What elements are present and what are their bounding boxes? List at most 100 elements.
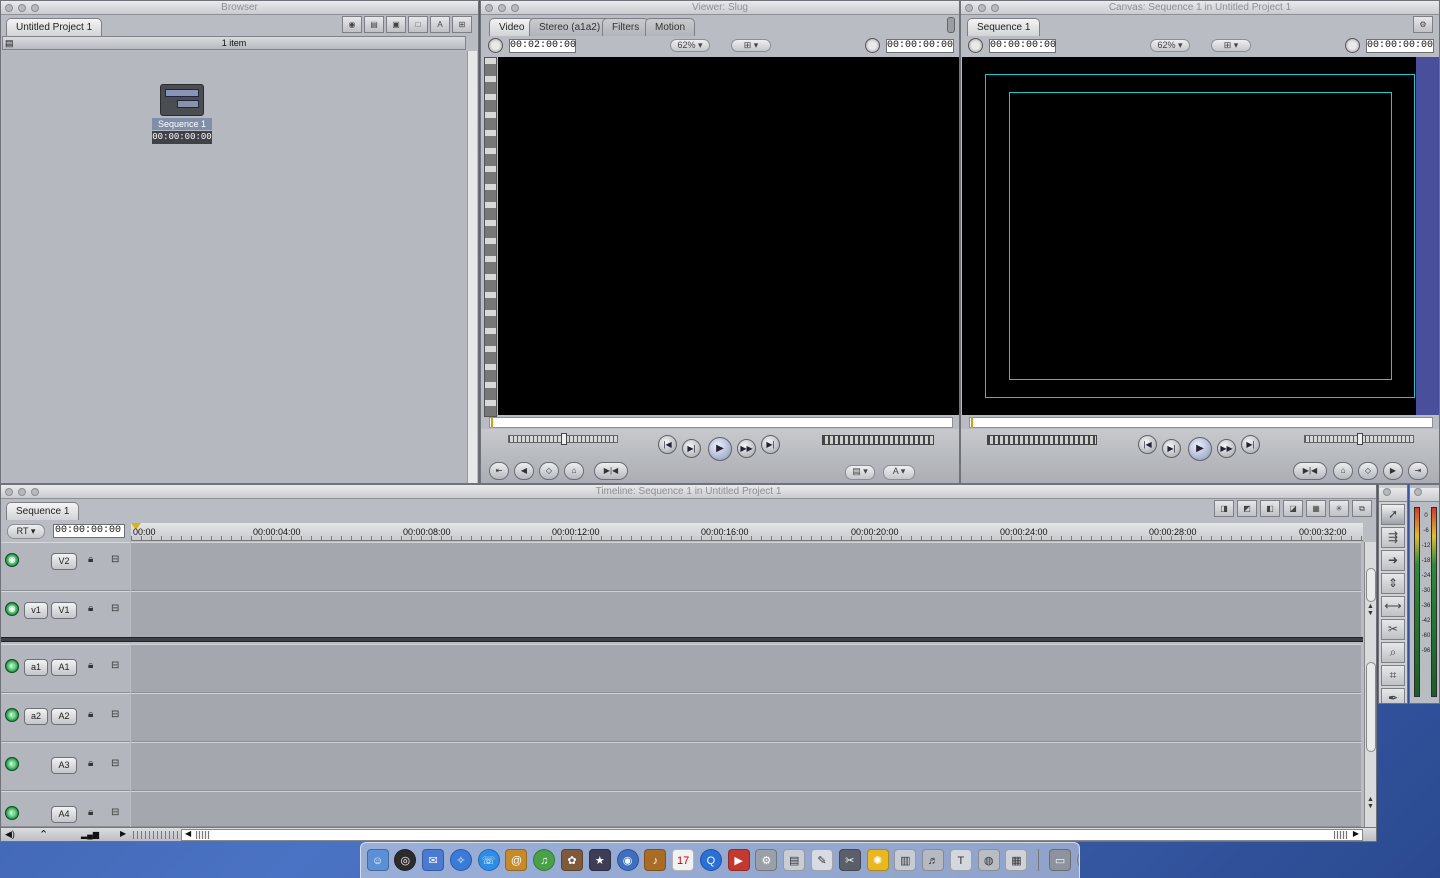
play-in-out-button[interactable]: ▶| <box>1162 439 1181 458</box>
mark-clip-button[interactable]: ◀ <box>514 462 534 480</box>
preview-icon[interactable]: ▤ <box>783 849 806 871</box>
garageband-icon[interactable]: ♪ <box>644 849 667 871</box>
selection-tool-icon[interactable]: ➚ <box>1381 504 1405 525</box>
quicktime-icon[interactable]: Q <box>699 849 722 871</box>
zoom-button[interactable] <box>991 4 999 12</box>
dest-patch-a3[interactable]: A3 <box>51 757 77 774</box>
audio-meters-titlebar[interactable] <box>1410 488 1439 502</box>
source-patch-v1[interactable]: v1 <box>24 602 48 619</box>
finder-icon[interactable]: ☺ <box>366 849 389 871</box>
autoselect-icon[interactable]: ⊟ <box>111 660 119 671</box>
tab-untitled-project[interactable]: Untitled Project 1 <box>6 18 103 36</box>
canvas-view-popup[interactable]: ⊞ ▾ <box>1211 39 1251 52</box>
timeline-timecode[interactable]: 00:00:00:00 <box>53 524 125 538</box>
lock-icon[interactable]: 🔒︎ <box>88 758 93 769</box>
track-a1[interactable] <box>131 644 1361 693</box>
final-cut-pro-icon[interactable]: ✂ <box>838 849 861 871</box>
track-a2[interactable] <box>131 693 1361 742</box>
snapping-icon[interactable]: ✳ <box>1329 500 1349 517</box>
mark-in-out-button[interactable]: ▶|◀ <box>1293 462 1327 480</box>
minimize-button[interactable] <box>18 488 26 496</box>
dest-patch-v2[interactable]: V2 <box>51 553 77 570</box>
canvas-scrubber-bar[interactable] <box>969 417 1433 428</box>
timeline-titlebar[interactable]: Timeline: Sequence 1 in Untitled Project… <box>1 485 1376 499</box>
source-patch-a1[interactable]: a1 <box>24 659 48 676</box>
viewer-scrubber-bar[interactable] <box>489 417 953 428</box>
soundtrack-icon[interactable]: ♬ <box>922 849 945 871</box>
razor-tool-icon[interactable]: ✂ <box>1381 619 1405 640</box>
livetype-icon[interactable]: T <box>949 849 972 871</box>
timeline-ruler[interactable]: 00:00 00:00:04:00 00:00:08:00 00:00:12:0… <box>131 523 1363 541</box>
tool-palette-titlebar[interactable] <box>1379 488 1407 502</box>
sequence-item[interactable]: Sequence 1 00:00:00:00 <box>152 84 212 144</box>
generator-popup[interactable]: A ▾ <box>883 465 915 480</box>
dvd-studio-icon[interactable]: ◍ <box>977 849 1000 871</box>
dest-patch-v1[interactable]: V1 <box>51 602 77 619</box>
ical-icon[interactable]: 17 <box>672 849 695 871</box>
ichat-icon[interactable]: ☏ <box>477 849 500 871</box>
add-marker-button[interactable]: ⌂ <box>1333 462 1353 480</box>
iphoto-icon[interactable]: ✿ <box>560 849 583 871</box>
window-controls[interactable] <box>5 488 39 496</box>
play-around-button[interactable]: ▶▶ <box>1217 439 1236 458</box>
minimize-button[interactable] <box>498 4 506 12</box>
tab-timeline-sequence-1[interactable]: Sequence 1 <box>6 502 80 520</box>
viewer-duration[interactable]: 00:02:00:00 <box>509 39 576 53</box>
jog-wheel[interactable] <box>822 435 934 445</box>
mail-icon[interactable]: ✉ <box>422 849 445 871</box>
add-keyframe-button[interactable]: ◇ <box>1358 462 1378 480</box>
recent-clips-popup[interactable]: ▤ ▾ <box>845 465 875 480</box>
text-icon[interactable]: A <box>430 16 450 33</box>
clip-keyframes-toggle-icon[interactable]: ⌃ <box>39 828 48 841</box>
timeline-vertical-scrollbar[interactable]: ▲ ▼ ▲ ▼ <box>1364 542 1376 827</box>
close-button[interactable] <box>965 4 973 12</box>
dest-patch-a1[interactable]: A1 <box>51 659 77 676</box>
jog-wheel[interactable] <box>987 435 1097 445</box>
shuttle-slider[interactable] <box>508 433 618 445</box>
lock-icon[interactable]: 🔒︎ <box>88 554 93 565</box>
layout-icon[interactable]: ⊞ <box>452 16 472 33</box>
tab-sequence-1[interactable]: Sequence 1 <box>967 18 1041 36</box>
match-frame-button[interactable]: ⇥ <box>1408 462 1428 480</box>
overwrite-icon[interactable]: ◨ <box>1214 500 1234 517</box>
insert-icon[interactable]: ◩ <box>1237 500 1257 517</box>
slip-tool-icon[interactable]: ⟷ <box>1381 596 1405 617</box>
network-icon[interactable]: ◌ <box>1076 849 1079 871</box>
track-audible-icon[interactable]: ◐ <box>5 757 19 771</box>
itunes-icon[interactable]: ♫ <box>533 849 556 871</box>
motion-icon[interactable]: ✺ <box>866 849 889 871</box>
close-button[interactable] <box>485 4 493 12</box>
track-visibility-icon[interactable]: ◉ <box>5 602 19 616</box>
viewer-zoom-popup[interactable]: 62% ▾ <box>670 39 710 52</box>
play-in-out-button[interactable]: ▶| <box>682 439 701 458</box>
next-edit-button[interactable]: ▶| <box>1241 435 1260 454</box>
replace-icon[interactable]: ◧ <box>1260 500 1280 517</box>
track-a3[interactable] <box>131 742 1361 791</box>
add-marker-button[interactable]: ⌂ <box>564 462 584 480</box>
canvas-timecode[interactable]: 00:00:00:00 <box>1366 39 1434 53</box>
play-button[interactable]: ▶ <box>1188 437 1212 461</box>
window-controls[interactable] <box>965 4 999 12</box>
crop-tool-icon[interactable]: ⌗ <box>1381 665 1405 686</box>
pen-tool-icon[interactable]: ✒ <box>1381 688 1405 703</box>
address-book-icon[interactable]: @ <box>505 849 528 871</box>
fit-to-fill-icon[interactable]: ◪ <box>1283 500 1303 517</box>
zoom-button[interactable] <box>31 488 39 496</box>
track-height-control[interactable]: ▂▄▆ <box>81 830 99 839</box>
zoom-button[interactable] <box>31 4 39 12</box>
linking-icon[interactable]: ⧉ <box>1352 500 1372 517</box>
track-audible-icon[interactable]: ◐ <box>5 806 19 820</box>
documents-icon[interactable]: ▦ <box>1005 849 1028 871</box>
dvd-player-icon[interactable]: ▶ <box>727 849 750 871</box>
play-button[interactable]: ▶ <box>708 437 732 461</box>
autoselect-icon[interactable]: ⊟ <box>111 807 119 818</box>
shuttle-slider[interactable] <box>1304 433 1414 445</box>
frame-icon[interactable]: □ <box>408 16 428 33</box>
minimize-button[interactable] <box>18 4 26 12</box>
viewer-playhead[interactable] <box>491 417 493 428</box>
dest-patch-a2[interactable]: A2 <box>51 708 77 725</box>
compressor-icon[interactable]: ▥ <box>894 849 917 871</box>
autoselect-icon[interactable]: ⊟ <box>111 554 119 565</box>
roll-edit-tool-icon[interactable]: ⇕ <box>1381 573 1405 594</box>
window-controls[interactable] <box>5 4 39 12</box>
